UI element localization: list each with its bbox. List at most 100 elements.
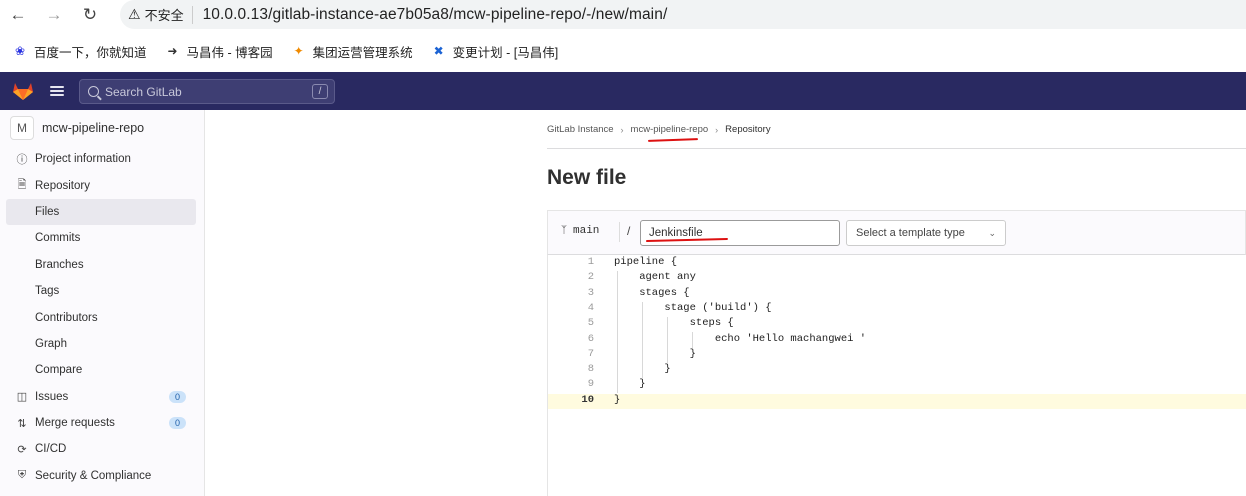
sidebar-item-label: Contributors xyxy=(35,311,98,324)
menu-icon[interactable] xyxy=(50,84,64,98)
line-text: stages { xyxy=(614,286,690,299)
code-line[interactable]: 5 steps { xyxy=(548,317,1246,332)
sidebar-item-commits[interactable]: Commits xyxy=(0,225,204,251)
search-icon xyxy=(88,86,99,97)
cnblogs-icon: ➜ xyxy=(167,44,178,58)
merge-requests-count-badge: 0 xyxy=(169,417,186,430)
search-placeholder: Search GitLab xyxy=(105,84,182,99)
line-number: 5 xyxy=(587,317,594,330)
sidebar-item-contributors[interactable]: Contributors xyxy=(0,304,204,330)
line-text: } xyxy=(614,347,696,360)
project-header[interactable]: M mcw-pipeline-repo xyxy=(0,110,204,146)
bookmark-change-plan[interactable]: ✖ 变更计划 - [马昌伟] xyxy=(431,42,559,61)
rocket-icon: ⟳ xyxy=(17,443,27,456)
project-sidebar: M mcw-pipeline-repo ⓘ Project informatio… xyxy=(0,110,205,496)
bookmark-label: 百度一下，你就知道 xyxy=(34,45,147,60)
bookmark-baidu[interactable]: ❀ 百度一下，你就知道 xyxy=(12,42,147,61)
line-text: pipeline { xyxy=(614,256,678,268)
bookmark-label: 集团运营管理系统 xyxy=(312,45,413,60)
branch-indicator: ᛉ main xyxy=(561,225,599,237)
search-shortcut-key: / xyxy=(312,84,328,99)
template-type-dropdown[interactable]: Select a template type ⌄ xyxy=(846,220,1006,246)
reload-icon[interactable]: ↻ xyxy=(72,0,108,30)
gitlab-topbar: Search GitLab / xyxy=(0,72,1246,110)
path-separator: / xyxy=(627,224,631,238)
sidebar-item-label: Graph xyxy=(35,337,67,350)
line-text: agent any xyxy=(614,271,696,284)
code-line[interactable]: 3 stages { xyxy=(548,287,1246,302)
sidebar-item-ci-cd[interactable]: ⟳ CI/CD xyxy=(0,436,204,462)
sidebar-item-issues[interactable]: ◫ Issues 0 xyxy=(0,384,204,410)
file-editor-header: ᛉ main / Jenkinsfile Select a template ty… xyxy=(547,210,1246,255)
sidebar-item-tags[interactable]: Tags xyxy=(0,278,204,304)
url-text[interactable]: 10.0.0.13/gitlab-instance-ae7b05a8/mcw-p… xyxy=(203,6,668,24)
info-icon: ⓘ xyxy=(16,154,28,167)
sidebar-item-label: Commits xyxy=(35,232,81,245)
code-line-current[interactable]: 10 } xyxy=(548,393,1246,409)
browser-toolbar: ← → ↻ ⚠ 不安全 10.0.0.13/gitlab-instance-ae… xyxy=(0,0,1246,30)
code-line[interactable]: 4 stage ('build') { xyxy=(548,302,1246,317)
sidebar-item-label: Repository xyxy=(35,179,90,192)
line-number: 3 xyxy=(587,286,594,299)
code-line[interactable]: 9 } xyxy=(548,378,1246,393)
indent-guide xyxy=(692,332,693,348)
breadcrumb-repository[interactable]: Repository xyxy=(725,124,770,135)
gitlab-logo-icon[interactable] xyxy=(12,81,34,101)
back-icon[interactable]: ← xyxy=(0,0,36,30)
branch-name: main xyxy=(573,225,600,237)
project-avatar: M xyxy=(10,116,34,140)
indent-guide xyxy=(617,271,618,393)
line-number: 1 xyxy=(587,256,594,268)
branch-icon: ᛉ xyxy=(561,226,567,237)
chevron-right-icon: › xyxy=(620,124,624,135)
insecure-label: 不安全 xyxy=(144,8,184,23)
sidebar-item-security-compliance[interactable]: ⛨ Security & Compliance xyxy=(0,463,204,489)
confluence-icon: ✖ xyxy=(433,44,444,58)
document-icon: 🗎 xyxy=(17,179,27,192)
chevron-down-icon: ⌄ xyxy=(988,228,996,238)
line-number: 6 xyxy=(587,332,594,345)
security-indicator[interactable]: ⚠ 不安全 xyxy=(128,5,193,24)
sidebar-item-graph[interactable]: Graph xyxy=(0,331,204,357)
code-line[interactable]: 7 } xyxy=(548,348,1246,363)
baidu-paw-icon: ❀ xyxy=(14,44,26,58)
sidebar-item-repository[interactable]: 🗎 Repository xyxy=(0,172,204,198)
annotation-underline xyxy=(647,138,699,142)
code-line[interactable]: 1 pipeline { xyxy=(548,256,1246,271)
line-number: 10 xyxy=(581,393,594,406)
sidebar-item-label: CI/CD xyxy=(35,443,67,456)
sidebar-item-compare[interactable]: Compare xyxy=(0,357,204,383)
sidebar-item-files[interactable]: Files xyxy=(6,198,196,226)
merge-request-icon: ⇅ xyxy=(17,417,27,430)
sidebar-item-label: Tags xyxy=(35,285,60,298)
sidebar-item-label: Branches xyxy=(35,258,84,271)
address-bar[interactable]: ⚠ 不安全 10.0.0.13/gitlab-instance-ae7b05a8… xyxy=(120,0,1246,29)
sidebar-item-label: Security & Compliance xyxy=(35,469,152,482)
line-text: stage ('build') { xyxy=(614,301,772,314)
forward-icon[interactable]: → xyxy=(36,0,72,30)
indent-guide xyxy=(642,302,643,378)
line-number: 8 xyxy=(587,363,594,376)
divider xyxy=(619,222,620,242)
sidebar-item-merge-requests[interactable]: ⇅ Merge requests 0 xyxy=(0,410,204,436)
search-input[interactable]: Search GitLab / xyxy=(79,79,335,104)
file-name-input[interactable]: Jenkinsfile xyxy=(640,220,840,246)
sidebar-item-project-information[interactable]: ⓘ Project information xyxy=(0,146,204,172)
bookmark-label: 变更计划 - [马昌伟] xyxy=(452,45,559,60)
issues-icon: ◫ xyxy=(16,391,28,404)
code-line[interactable]: 6 echo 'Hello machangwei ' xyxy=(548,333,1246,348)
breadcrumb-gitlab-instance[interactable]: GitLab Instance xyxy=(547,124,614,135)
code-line[interactable]: 2 agent any xyxy=(548,271,1246,286)
bookmark-cnblogs[interactable]: ➜ 马昌伟 - 博客园 xyxy=(165,42,272,61)
breadcrumb: GitLab Instance › mcw-pipeline-repo › Re… xyxy=(547,124,771,135)
code-editor[interactable]: 1 pipeline { 2 agent any 3 stages { 4 st… xyxy=(547,255,1246,496)
line-number: 7 xyxy=(587,347,594,360)
breadcrumb-project[interactable]: mcw-pipeline-repo xyxy=(631,124,709,135)
line-number: 2 xyxy=(587,271,594,284)
sidebar-item-label: Compare xyxy=(35,364,83,377)
code-line[interactable]: 8 } xyxy=(548,363,1246,378)
line-number: 4 xyxy=(587,301,594,314)
indent-guide xyxy=(667,317,668,363)
bookmark-ops-system[interactable]: ✦ 集团运营管理系统 xyxy=(291,42,413,61)
sidebar-item-branches[interactable]: Branches xyxy=(0,252,204,278)
